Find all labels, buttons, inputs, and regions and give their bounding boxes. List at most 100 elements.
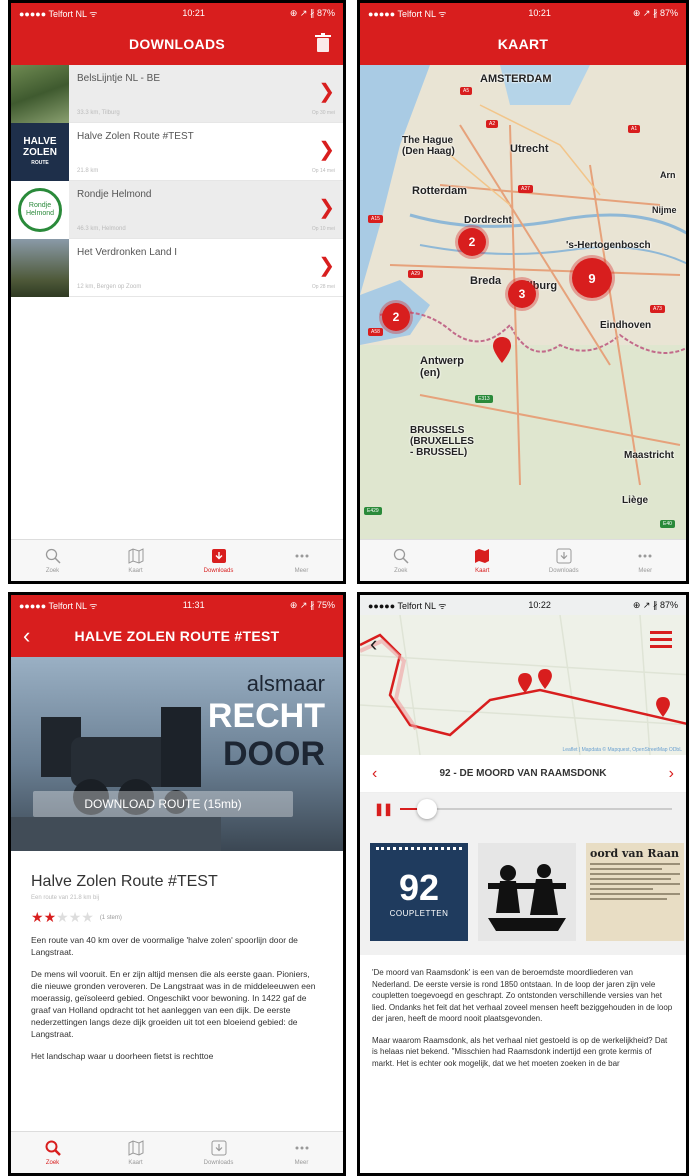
tab-label: Zoek <box>45 1160 60 1166</box>
audio-controls: ❚❚ <box>360 793 686 825</box>
list-item[interactable]: Het Verdronken Land I 12 km, Bergen op Z… <box>11 239 343 297</box>
rating[interactable]: ★ ★ ★ ★ ★ (1 stem) <box>31 909 323 926</box>
rondje-helmond-logo: Rondje Helmond <box>18 188 62 232</box>
tab-kaart[interactable]: Kaart <box>94 1132 177 1173</box>
road-marker: A2 <box>486 120 499 128</box>
audio-player-screen: ●●●●● Telfort NL ᯤ 10:22 ⊕ ↗ ∦ 87% ‹ Lea… <box>357 592 689 1176</box>
list-item-date: Op 10 mei <box>311 226 335 232</box>
tab-zoek[interactable]: Zoek <box>11 1132 94 1173</box>
downloads-screen: ●●●●● Telfort NL ᯤ 10:21 ⊕ ↗ ∦ 87% DOWNL… <box>8 0 346 584</box>
star-icon: ★ <box>43 909 57 925</box>
route-thumbnail: Rondje Helmond <box>11 181 69 239</box>
map-label: AMSTERDAM <box>480 73 552 85</box>
map-cluster-marker[interactable]: 9 <box>572 258 612 298</box>
thumb-text: Rondje <box>28 202 52 209</box>
status-bar: ●●●●● Telfort NL ᯤ 11:31 ⊕ ↗ ∦ 75% <box>11 595 343 615</box>
map-pin-icon[interactable] <box>656 697 670 717</box>
chevron-right-icon: ❯ <box>318 255 335 277</box>
description-paragraph: Een route van 40 km over de voormalige '… <box>31 935 298 957</box>
back-icon[interactable]: ‹ <box>23 623 31 649</box>
battery: ⊕ ↗ ∦ 87% <box>289 7 335 18</box>
route-map[interactable]: ‹ Leaflet | Mapdata © Mapquest, OpenStre… <box>360 615 686 755</box>
search-icon <box>392 547 410 565</box>
map-label: Utrecht <box>510 143 549 155</box>
map-label: Nijme <box>652 205 677 215</box>
list-item-title: Het Verdronken Land I <box>77 247 178 258</box>
list-item-title: BelsLijntje NL - BE <box>77 73 160 84</box>
map-cluster-marker[interactable]: 3 <box>508 280 536 308</box>
list-item-date: Op 28 mei <box>311 284 335 290</box>
road-marker: A1 <box>628 125 641 133</box>
road-marker: A58 <box>368 328 383 336</box>
more-icon <box>636 547 654 565</box>
text-line <box>590 868 662 870</box>
list-item-date: Op 30 mei <box>311 110 335 116</box>
slider-knob[interactable] <box>417 799 438 819</box>
route-title: Halve Zolen Route #TEST <box>31 873 218 890</box>
list-item[interactable]: BelsLijntje NL - BE 33.3 km, Tilburg Op … <box>11 65 343 123</box>
download-route-button[interactable]: DOWNLOAD ROUTE (15mb) <box>33 791 293 817</box>
back-icon[interactable]: ‹ <box>370 631 377 657</box>
map-pin-icon[interactable] <box>493 337 511 363</box>
star-icon: ★ <box>56 909 69 925</box>
tab-zoek[interactable]: Zoek <box>11 540 94 581</box>
tab-bar: Zoek Kaart Downloads Meer <box>11 1131 343 1173</box>
tab-label: Downloads <box>548 568 579 574</box>
map-label: Dordrecht <box>464 215 512 226</box>
battery: ⊕ ↗ ∦ 87% <box>632 7 678 18</box>
list-item[interactable]: HALVE ZOLEN ROUTE Halve Zolen Route #TES… <box>11 123 343 181</box>
tab-kaart[interactable]: Kaart <box>442 540 524 581</box>
road-marker: E313 <box>475 395 493 403</box>
tab-downloads[interactable]: Downloads <box>523 540 605 581</box>
thumb-text: Helmond <box>25 210 54 217</box>
download-icon <box>210 547 228 565</box>
road-marker: E40 <box>660 520 675 528</box>
map-view[interactable]: AMSTERDAM The Hague (Den Haag) Utrecht R… <box>360 65 686 539</box>
list-item-subtitle: 12 km, Bergen op Zoom <box>77 284 142 290</box>
list-item-subtitle: 33.3 km, Tilburg <box>77 110 120 116</box>
map-pin-icon[interactable] <box>538 669 552 689</box>
map-attribution: Leaflet | Mapdata © Mapquest, OpenStreet… <box>562 747 683 753</box>
description-paragraph: Het landschap waar u doorheen fietst is … <box>31 1051 214 1061</box>
download-icon <box>555 547 573 565</box>
tab-zoek[interactable]: Zoek <box>360 540 442 581</box>
next-track-icon[interactable]: › <box>669 765 674 783</box>
tab-label: Kaart <box>475 568 490 574</box>
map-cluster-marker[interactable]: 2 <box>382 303 410 331</box>
text-line <box>590 898 667 900</box>
pause-icon[interactable]: ❚❚ <box>374 802 393 816</box>
text-line <box>590 888 653 890</box>
map-label: Antwerp (en) <box>420 355 464 379</box>
map-cluster-marker[interactable]: 2 <box>458 228 486 256</box>
story-paragraph: Maar waarom Raamsdonk, als het verhaal n… <box>372 1035 668 1068</box>
previous-track-icon[interactable]: ‹ <box>372 765 377 783</box>
track-header: ‹ 92 - DE MOORD VAN RAAMSDONK › <box>360 755 686 793</box>
silhouette-image-tile[interactable] <box>478 843 576 941</box>
tab-kaart[interactable]: Kaart <box>94 540 177 581</box>
star-icon: ★ <box>81 909 94 925</box>
audio-progress-slider[interactable] <box>400 799 672 819</box>
tab-meer[interactable]: Meer <box>260 540 343 581</box>
map-label: Rotterdam <box>412 185 468 197</box>
trash-icon[interactable] <box>315 33 331 53</box>
tab-label: Downloads <box>203 568 234 574</box>
newspaper-image-tile[interactable]: oord van Raan <box>586 843 684 941</box>
page-title: KAART <box>497 36 549 52</box>
chevron-right-icon: ❯ <box>318 139 335 161</box>
hero-text: DOOR <box>223 735 325 773</box>
map-pin-icon[interactable] <box>518 673 532 693</box>
tab-downloads[interactable]: Downloads <box>177 1132 260 1173</box>
tab-bar: Zoek Kaart Downloads Meer <box>360 539 686 581</box>
nav-bar: DOWNLOADS <box>11 23 343 65</box>
menu-icon[interactable] <box>650 631 672 649</box>
map-label: BRUSSELS (BRUXELLES - BRUSSEL) <box>410 425 474 458</box>
tab-meer[interactable]: Meer <box>260 1132 343 1173</box>
map-label: Liège <box>622 495 649 506</box>
clock: 10:22 <box>528 600 551 610</box>
couplet-count-tile[interactable]: 92 COUPLETTEN <box>370 843 468 941</box>
status-bar: ●●●●● Telfort NL ᯤ 10:22 ⊕ ↗ ∦ 87% <box>360 595 686 615</box>
route-thumbnail <box>11 65 69 123</box>
tab-downloads[interactable]: Downloads <box>177 540 260 581</box>
tab-meer[interactable]: Meer <box>605 540 687 581</box>
list-item[interactable]: Rondje Helmond Rondje Helmond 46.3 km, H… <box>11 181 343 239</box>
